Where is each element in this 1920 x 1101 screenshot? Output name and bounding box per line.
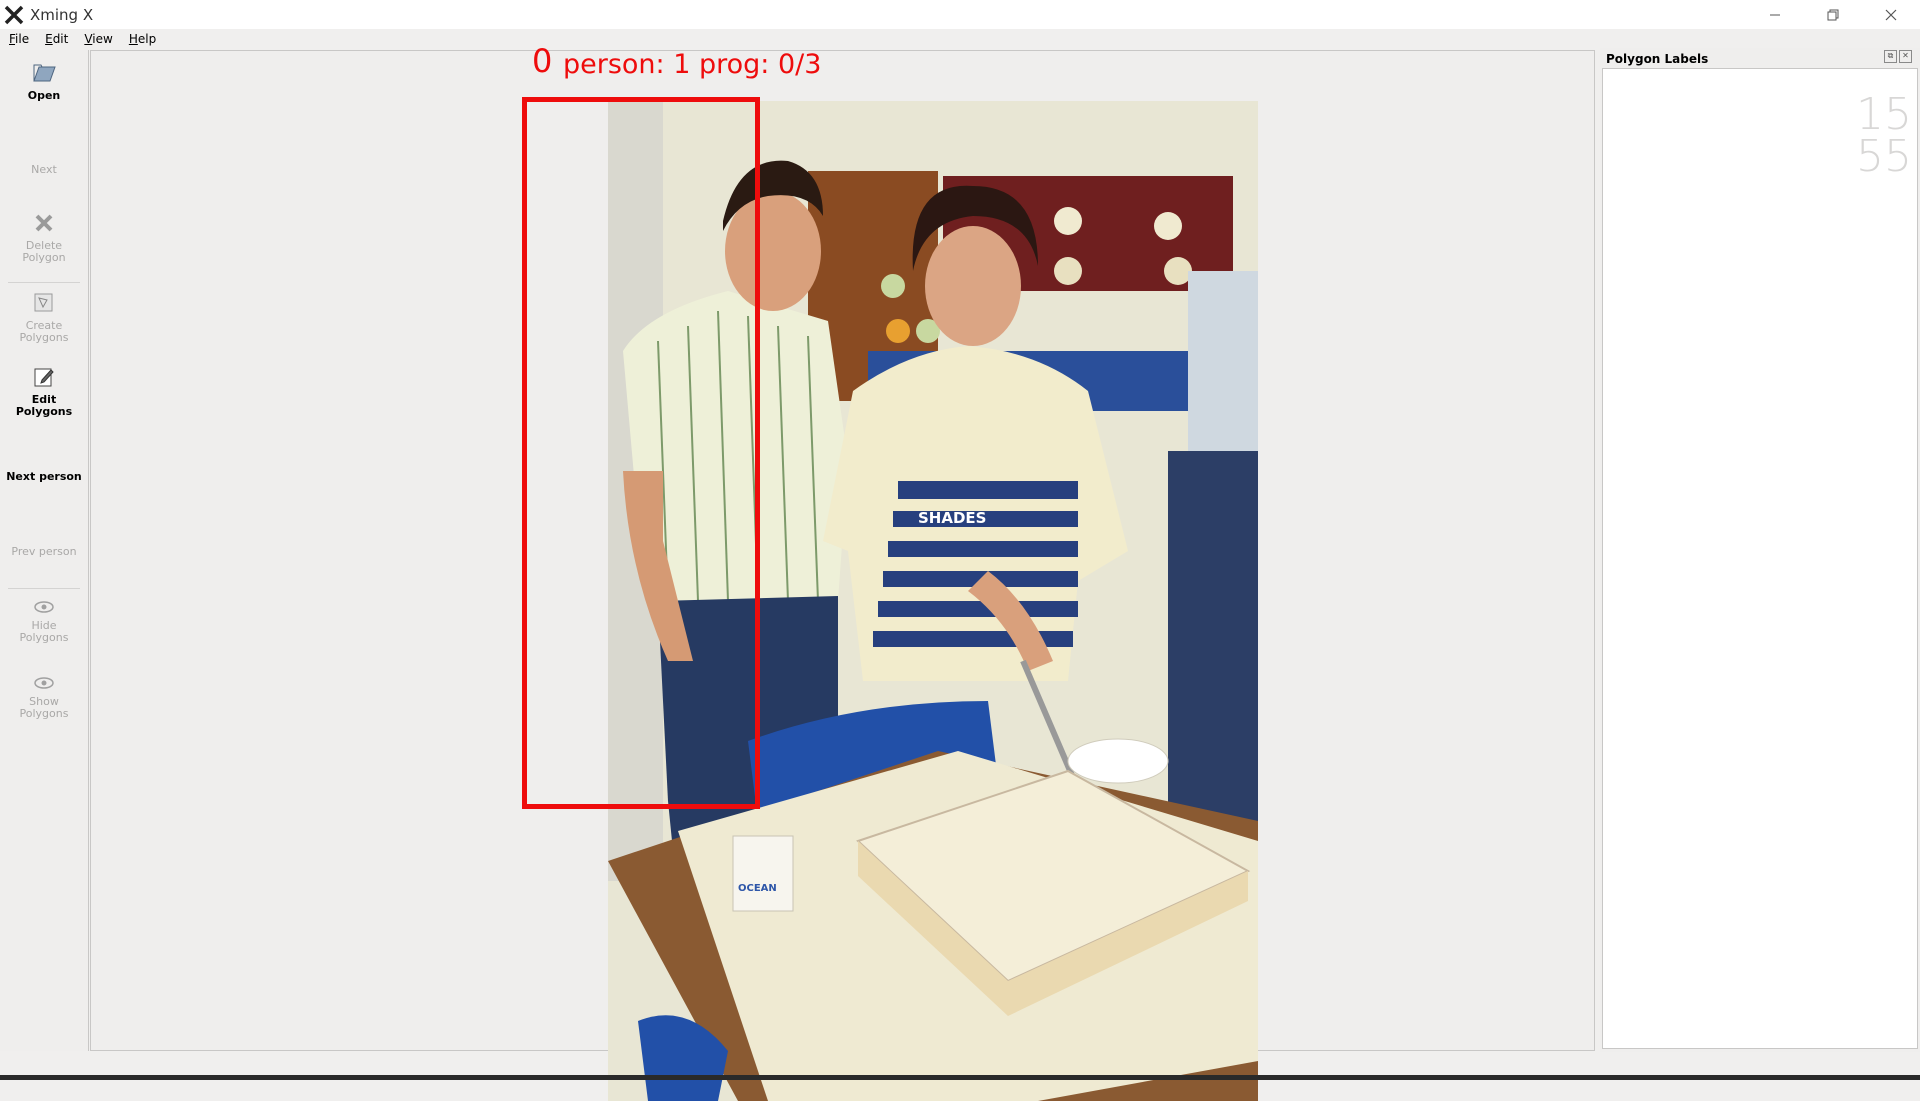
menu-file[interactable]: File: [9, 32, 29, 46]
create-polygons-button[interactable]: Create Polygons: [0, 290, 88, 344]
open-icon: [31, 60, 57, 86]
next-person-button[interactable]: Next person: [0, 471, 88, 483]
next-label: Next: [31, 163, 57, 176]
shirt-text: SHADES: [918, 509, 986, 527]
window-controls: [1746, 0, 1920, 29]
menu-bar: File Edit View Help: [0, 29, 1920, 48]
menu-view[interactable]: View: [84, 32, 112, 46]
close-icon: ✕: [1902, 51, 1909, 60]
bbox-caption-label: person: 1 prog: 0/3: [563, 49, 822, 80]
tool-bar: Open Next Delete Polygon Create Polygons…: [0, 50, 89, 1051]
show-polygons-label: Show Polygons: [19, 695, 69, 720]
delete-polygon-button[interactable]: Delete Polygon: [0, 210, 88, 264]
hide-polygons-button[interactable]: Hide Polygons: [0, 598, 88, 644]
desktop-clock: 15 55: [1856, 89, 1912, 182]
panel-title: Polygon Labels: [1606, 52, 1709, 66]
toolbar-divider: [8, 588, 80, 589]
clock-minute: 55: [1856, 131, 1912, 182]
menu-edit[interactable]: Edit: [45, 32, 68, 46]
minimize-button[interactable]: [1746, 0, 1804, 29]
mug-text: OCEAN: [738, 883, 777, 894]
annotation-canvas[interactable]: SHADES OCEAN: [90, 50, 1595, 1101]
hide-polygons-label: Hide Polygons: [19, 619, 69, 644]
eye-icon: [31, 674, 57, 692]
bottom-edge: [0, 1075, 1920, 1080]
restore-icon: [1827, 9, 1839, 20]
bbox-index-label: 0: [532, 42, 553, 80]
next-person-label: Next person: [6, 470, 82, 483]
prev-person-button[interactable]: Prev person: [0, 546, 88, 558]
restore-button[interactable]: [1804, 0, 1862, 29]
create-polygons-label: Create Polygons: [19, 319, 69, 344]
prev-person-label: Prev person: [11, 545, 77, 558]
person-bounding-box[interactable]: [522, 97, 760, 809]
xming-logo-icon: [4, 5, 24, 24]
polygon-labels-list[interactable]: [1602, 68, 1918, 1049]
clock-hour: 15: [1856, 89, 1912, 140]
toolbar-divider: [8, 282, 80, 283]
delete-icon: [31, 210, 57, 236]
window-title: Xming X: [30, 5, 94, 24]
polygon-labels-panel: Polygon Labels ⧉ ✕ 15 55: [1600, 48, 1920, 1052]
close-icon: [1885, 9, 1897, 20]
panel-close-button[interactable]: ✕: [1899, 50, 1912, 63]
show-polygons-button[interactable]: Show Polygons: [0, 674, 88, 720]
close-button[interactable]: [1862, 0, 1920, 29]
edit-polygons-button[interactable]: Edit Polygons: [0, 364, 88, 418]
delete-polygon-label: Delete Polygon: [22, 239, 66, 264]
edit-polygons-label: Edit Polygons: [15, 393, 73, 418]
open-label: Open: [27, 89, 61, 102]
edit-polygon-icon: [31, 364, 57, 390]
minimize-icon: [1770, 14, 1780, 15]
panel-controls: ⧉ ✕: [1884, 50, 1912, 63]
next-button[interactable]: Next: [0, 164, 88, 176]
menu-help[interactable]: Help: [129, 32, 156, 46]
panel-float-button[interactable]: ⧉: [1884, 50, 1897, 63]
create-polygon-icon: [31, 290, 57, 316]
eye-icon: [31, 598, 57, 616]
float-icon: ⧉: [1887, 51, 1894, 60]
open-button[interactable]: Open: [0, 60, 88, 102]
title-bar: Xming X: [0, 0, 1920, 29]
